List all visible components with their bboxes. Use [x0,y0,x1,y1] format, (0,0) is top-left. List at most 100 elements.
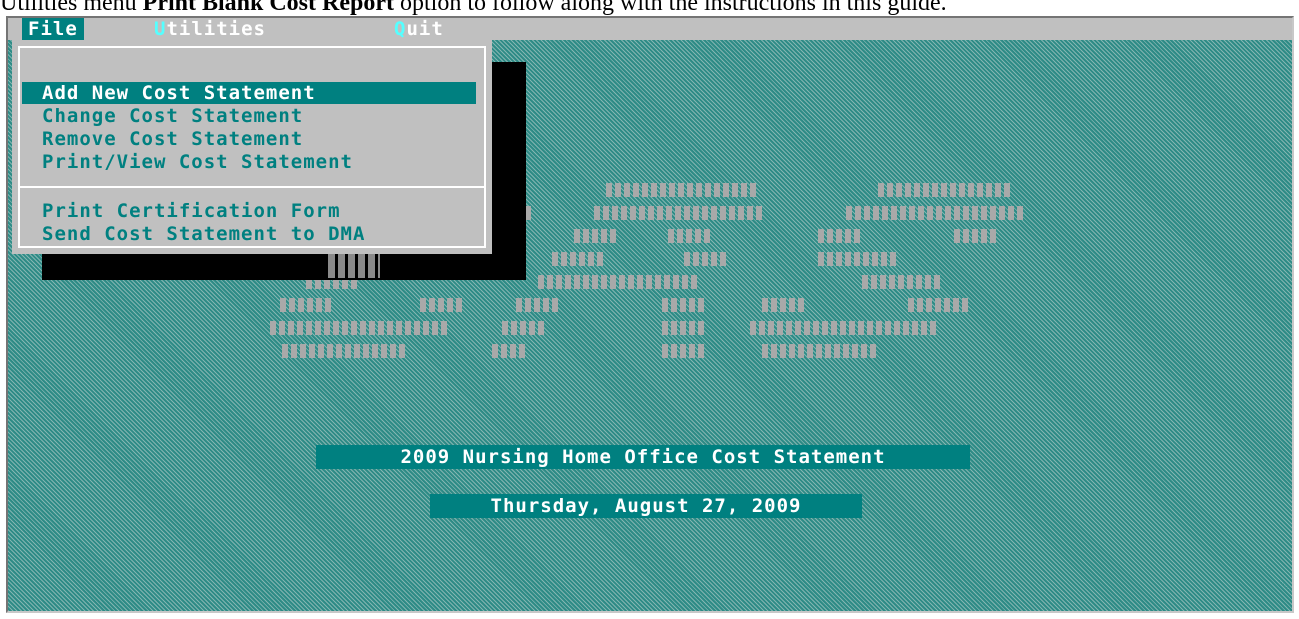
logo-block [698,321,704,335]
menu-separator [20,186,484,188]
logo-block [936,206,942,220]
logo-block [959,183,965,197]
logo-block [747,206,753,220]
logo-block [671,298,677,312]
logo-block [610,275,616,289]
logo-block [935,298,941,312]
logo-block [855,206,861,220]
logo-block [684,206,690,220]
menu-item-send-cost-statement-to-dma[interactable]: Send Cost Statement to DMA [22,223,476,245]
logo-block [510,344,516,358]
logo-block [511,321,517,335]
logo-block [885,321,891,335]
menu-item-change-cost-statement[interactable]: Change Cost Statement [22,105,476,127]
logo-block [900,206,906,220]
logo-block [945,206,951,220]
logo-block [624,183,630,197]
logo-block [908,298,914,312]
logo-block [574,275,580,289]
logo-block [836,229,842,243]
logo-block [538,275,544,289]
menu-item-add-new-cost-statement[interactable]: Add New Cost Statement [22,82,476,104]
logo-block [538,321,544,335]
logo-block [858,321,864,335]
logo-block [907,275,913,289]
logo-block [351,321,357,335]
logo-block [818,229,824,243]
logo-block [662,344,668,358]
menu-item-remove-cost-statement[interactable]: Remove Cost Statement [22,128,476,150]
logo-block [597,252,603,266]
logo-block [925,275,931,289]
logo-block [827,252,833,266]
logo-block [918,206,924,220]
logo-block [845,229,851,243]
logo-block [846,206,852,220]
logo-block [777,321,783,335]
logo-block [655,275,661,289]
logo-block [768,321,774,335]
logo-block [702,252,708,266]
logo-block [432,321,438,335]
logo-block [603,206,609,220]
logo-block [831,321,837,335]
logo-block [662,298,668,312]
logo-block [639,206,645,220]
logo-block [583,229,589,243]
logo-block [689,298,695,312]
logo-block [804,321,810,335]
logo-block [890,252,896,266]
logo-block [864,206,870,220]
logo-block [1008,206,1014,220]
logo-block [662,321,668,335]
logo-block [318,344,324,358]
logo-block [1017,206,1023,220]
logo-block [816,344,822,358]
menu-item-print-view-cost-statement[interactable]: Print/View Cost Statement [22,151,476,173]
logo-block [702,206,708,220]
logo-block [896,183,902,197]
logo-block [711,252,717,266]
logo-block [307,298,313,312]
logo-block [552,298,558,312]
logo-block [827,229,833,243]
logo-block [579,252,585,266]
logo-block [723,183,729,197]
logo-block [878,183,884,197]
logo-block [696,183,702,197]
logo-block [921,321,927,335]
logo-block [594,206,600,220]
logo-block [944,298,950,312]
logo-block [862,275,868,289]
logo-block [648,206,654,220]
logo-block [516,298,522,312]
logo-block [588,252,594,266]
logo-block [423,321,429,335]
menu-item-print-certification-form[interactable]: Print Certification Form [22,200,476,222]
current-date-banner: Thursday, August 27, 2009 [430,494,862,518]
logo-block [279,321,285,335]
logo-block [903,321,909,335]
logo-block [962,298,968,312]
dos-application-screen: File Utilities Quit Add New Cost Stateme… [6,16,1294,613]
logo-block [813,321,819,335]
logo-block [447,298,453,312]
logo-block [825,344,831,358]
logo-block [786,321,792,335]
logo-block [968,183,974,197]
logo-block [592,275,598,289]
logo-block [619,275,625,289]
logo-block [981,206,987,220]
logo-block [325,298,331,312]
logo-block [990,206,996,220]
logo-block [333,321,339,335]
caption-bold-text: Print Blank Cost Report [142,0,394,16]
logo-block [711,206,717,220]
logo-block [756,206,762,220]
logo-block [926,298,932,312]
logo-block [336,344,342,358]
logo-block [686,229,692,243]
logo-block [309,344,315,358]
logo-block [372,344,378,358]
logo-block [905,183,911,197]
